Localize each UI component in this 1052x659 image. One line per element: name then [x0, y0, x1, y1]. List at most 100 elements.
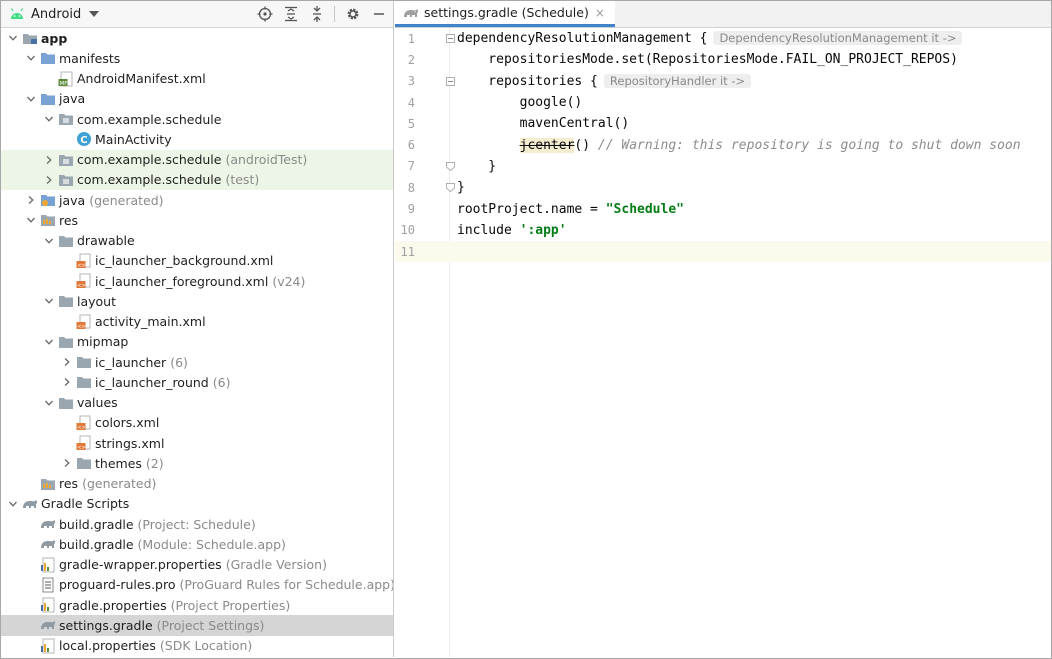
- tree-node-label: mipmap: [77, 334, 129, 350]
- code-line[interactable]: 8}: [395, 177, 1051, 198]
- tree-node-mipmap[interactable]: mipmap: [1, 332, 393, 352]
- tree-node-activity-main[interactable]: <> activity_main.xml: [1, 312, 393, 332]
- tree-node-ic-launcher-background[interactable]: <> ic_launcher_background.xml: [1, 251, 393, 271]
- tree-node-label: proguard-rules.pro: [59, 577, 176, 593]
- chevron-right-icon[interactable]: [61, 376, 73, 388]
- tree-node-proguard[interactable]: proguard-rules.pro (ProGuard Rules for Sc…: [1, 575, 393, 595]
- tree-node-build-gradle-module[interactable]: build.gradle (Module: Schedule.app): [1, 534, 393, 554]
- tree-node-ic-launcher[interactable]: ic_launcher (6): [1, 352, 393, 372]
- inlay-hint: DependencyResolutionManagement it ->: [713, 31, 963, 46]
- tree-node-ic-launcher-foreground[interactable]: <> ic_launcher_foreground.xml (v24): [1, 271, 393, 291]
- fold-marker-icon[interactable]: [445, 76, 455, 86]
- locate-icon[interactable]: [256, 6, 273, 23]
- code-line[interactable]: 10 include ':app': [395, 220, 1051, 241]
- tree-node-themes[interactable]: themes (2): [1, 453, 393, 473]
- svg-text:MF: MF: [60, 81, 68, 87]
- collapse-all-icon[interactable]: [308, 6, 325, 23]
- tree-node-drawable[interactable]: drawable: [1, 231, 393, 251]
- tab-label: settings.gradle (Schedule): [424, 5, 589, 20]
- tree-node-manifests[interactable]: manifests: [1, 48, 393, 68]
- close-icon[interactable]: ×: [595, 6, 605, 20]
- tree-node-res-generated[interactable]: res (generated): [1, 474, 393, 494]
- tree-node-label: com.example.schedule: [77, 111, 222, 127]
- code-line[interactable]: 7 }: [395, 156, 1051, 177]
- gradle-elephant-icon: [22, 496, 38, 512]
- tree-node-app[interactable]: app: [1, 28, 393, 48]
- tree-node-build-gradle-project[interactable]: build.gradle (Project: Schedule): [1, 514, 393, 534]
- tree-node-values[interactable]: values: [1, 393, 393, 413]
- tree-node-label: com.example.schedule: [77, 152, 222, 168]
- chevron-down-icon[interactable]: [7, 498, 19, 510]
- chevron-down-icon[interactable]: [43, 295, 55, 307]
- tree-node-gradle-properties[interactable]: gradle.properties (Project Properties): [1, 595, 393, 615]
- tree-node-label: colors.xml: [95, 415, 160, 431]
- minimize-icon[interactable]: [370, 6, 387, 23]
- tab-settings-gradle[interactable]: settings.gradle (Schedule) ×: [395, 1, 615, 27]
- fold-marker-icon[interactable]: [445, 34, 455, 44]
- gear-icon[interactable]: [344, 6, 361, 23]
- tree-node-layout[interactable]: layout: [1, 291, 393, 311]
- tree-node-local-properties[interactable]: local.properties (SDK Location): [1, 636, 393, 656]
- tree-node-colors[interactable]: <> colors.xml: [1, 413, 393, 433]
- folder-icon: [58, 233, 74, 249]
- tree-node-strings[interactable]: <> strings.xml: [1, 433, 393, 453]
- tree-node-label: values: [77, 395, 118, 411]
- package-icon: [58, 111, 74, 127]
- code-line[interactable]: 4 google(): [395, 92, 1051, 113]
- tree-node-gradle-scripts[interactable]: Gradle Scripts: [1, 494, 393, 514]
- editor-panel: settings.gradle (Schedule) × 1 dependency…: [395, 1, 1051, 657]
- code-comment: // Warning: this repository is going to …: [590, 137, 1021, 153]
- tree-node-package-androidtest[interactable]: com.example.schedule (androidTest): [1, 149, 393, 170]
- code-token: repositories {: [457, 73, 598, 89]
- code-line[interactable]: 3 repositories {RepositoryHandler it ->: [395, 71, 1051, 92]
- package-icon: [58, 152, 74, 168]
- chevron-right-icon[interactable]: [61, 356, 73, 368]
- tree-node-mainactivity[interactable]: C MainActivity: [1, 129, 393, 149]
- chevron-right-icon[interactable]: [61, 457, 73, 469]
- code-line[interactable]: 1 dependencyResolutionManagement {Depende…: [395, 28, 1051, 49]
- tree-node-label: gradle-wrapper.properties: [59, 557, 222, 573]
- chevron-down-icon[interactable]: [7, 32, 19, 44]
- gradle-elephant-icon: [40, 536, 56, 552]
- tree-node-hint: (SDK Location): [159, 638, 253, 654]
- code-token: }: [457, 158, 497, 174]
- code-text: include ':app': [457, 223, 567, 238]
- view-selector[interactable]: Android: [1, 1, 100, 27]
- chevron-down-icon[interactable]: [25, 93, 37, 105]
- code-line[interactable]: 9 rootProject.name = "Schedule": [395, 198, 1051, 219]
- tree-node-label: Gradle Scripts: [41, 496, 130, 512]
- tree-node-label: activity_main.xml: [95, 314, 206, 330]
- module-folder-icon: [22, 30, 38, 46]
- chevron-down-icon[interactable]: [43, 235, 55, 247]
- fold-marker-icon[interactable]: [445, 183, 455, 193]
- chevron-down-icon[interactable]: [43, 397, 55, 409]
- code-line[interactable]: 6 jcenter() // Warning: this repository …: [395, 135, 1051, 156]
- tree-node-java-generated[interactable]: java (generated): [1, 190, 393, 210]
- string-literal: ':app': [519, 222, 567, 238]
- code-line[interactable]: 2 repositoriesMode.set(RepositoriesMode.…: [395, 49, 1051, 70]
- tree-node-gradle-wrapper[interactable]: gradle-wrapper.properties (Gradle Version…: [1, 555, 393, 575]
- chevron-right-icon[interactable]: [25, 194, 37, 206]
- code-line[interactable]: 5 mavenCentral(): [395, 113, 1051, 134]
- chevron-down-icon[interactable]: [25, 214, 37, 226]
- xml-file-icon: <>: [76, 435, 92, 451]
- tree-node-java[interactable]: java: [1, 89, 393, 109]
- expand-all-icon[interactable]: [282, 6, 299, 23]
- fold-marker-icon[interactable]: [445, 161, 455, 171]
- code-line[interactable]: 11: [395, 241, 1051, 263]
- chevron-right-icon[interactable]: [43, 154, 55, 166]
- project-panel: Android app manifests MF AndroidManifest.xm…: [1, 1, 394, 657]
- chevron-down-icon[interactable]: [43, 113, 55, 125]
- chevron-down-icon[interactable]: [43, 336, 55, 348]
- code-editor[interactable]: 1 dependencyResolutionManagement {Depende…: [395, 28, 1051, 657]
- tree-node-package-main[interactable]: com.example.schedule: [1, 109, 393, 129]
- tree-node-settings-gradle[interactable]: settings.gradle (Project Settings): [1, 615, 393, 636]
- tree-node-package-test[interactable]: com.example.schedule (test): [1, 169, 393, 190]
- tree-node-androidmanifest[interactable]: MF AndroidManifest.xml: [1, 69, 393, 89]
- tree-node-label: build.gradle: [59, 536, 134, 552]
- chevron-right-icon[interactable]: [43, 174, 55, 186]
- chevron-down-icon[interactable]: [25, 52, 37, 64]
- manifest-file-icon: MF: [58, 71, 74, 87]
- tree-node-res[interactable]: res: [1, 210, 393, 230]
- tree-node-ic-launcher-round[interactable]: ic_launcher_round (6): [1, 372, 393, 392]
